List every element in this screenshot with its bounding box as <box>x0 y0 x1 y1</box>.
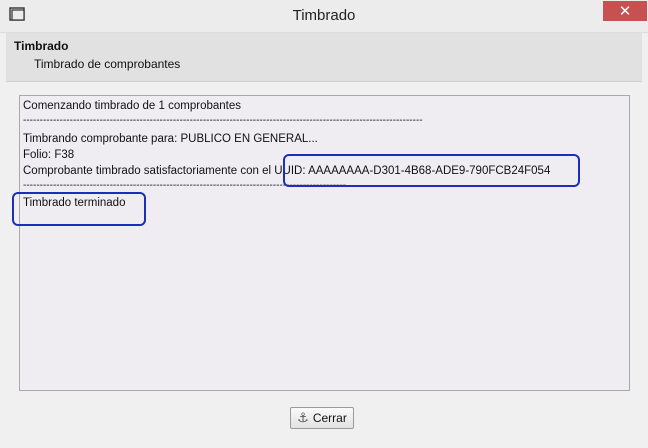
log-separator: ----------------------------------------… <box>23 115 423 126</box>
dialog-header: Timbrado Timbrado de comprobantes <box>6 33 642 82</box>
anchor-icon: ⚓ <box>297 410 309 426</box>
log-text-area[interactable]: Comenzando timbrado de 1 comprobantes --… <box>12 95 630 391</box>
window-title: Timbrado <box>292 7 356 24</box>
log-line-customer: Timbrando comprobante para: PUBLICO EN G… <box>23 133 318 145</box>
finished-highlight-box <box>12 192 146 226</box>
uuid-highlight-box <box>283 154 580 187</box>
title-bar[interactable]: Timbrado ✕ <box>0 0 648 33</box>
close-button-label: Cerrar <box>312 411 347 425</box>
header-title: Timbrado <box>14 39 69 53</box>
close-button[interactable]: ⚓ Cerrar <box>290 407 354 429</box>
header-subtitle: Timbrado de comprobantes <box>34 57 181 71</box>
window-close-button[interactable]: ✕ <box>603 1 647 21</box>
log-line-folio: Folio: F38 <box>23 149 75 161</box>
log-line-start: Comenzando timbrado de 1 comprobantes <box>23 100 241 112</box>
dialog-window: Timbrado ✕ Timbrado Timbrado de comproba… <box>0 0 648 448</box>
